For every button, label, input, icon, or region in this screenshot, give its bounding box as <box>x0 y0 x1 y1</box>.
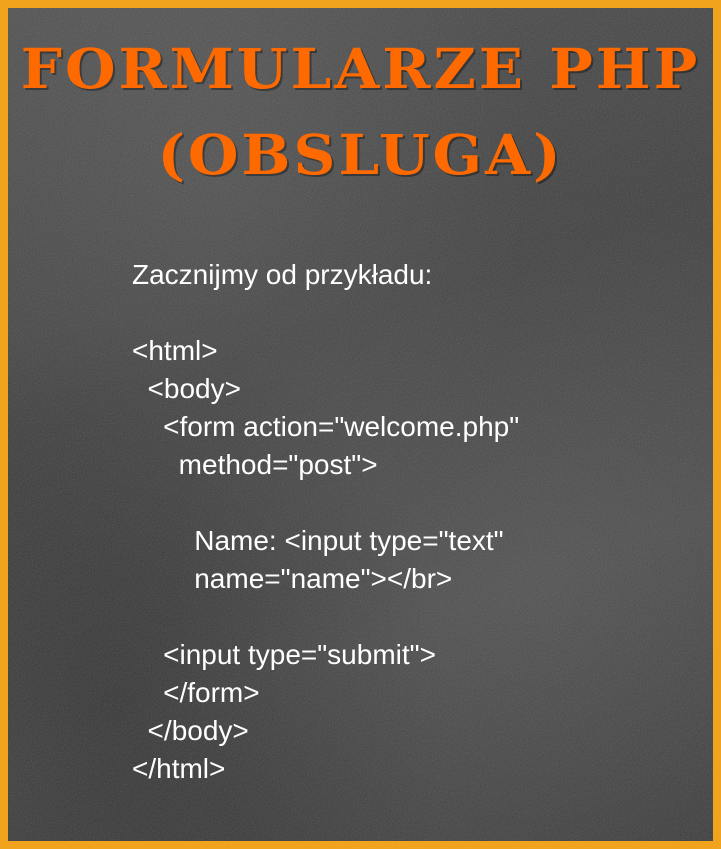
code-line: <html> <box>132 335 218 366</box>
code-line: </body> <box>132 715 249 746</box>
code-line: <input type="submit"> <box>132 639 436 670</box>
code-line: Name: <input type="text" <box>132 525 504 556</box>
code-line: method="post"> <box>132 449 378 480</box>
slide-title-line1: FORMULARZE PHP <box>20 36 701 102</box>
slide-content: Zacznijmy od przykładu: <html> <body> <f… <box>132 256 692 788</box>
code-line: <form action="welcome.php" <box>132 411 520 442</box>
code-line: name="name"></br> <box>132 563 453 594</box>
code-line: </form> <box>132 677 260 708</box>
slide-title-line2: (OBSLUGA) <box>157 122 564 188</box>
intro-text: Zacznijmy od przykładu: <box>132 259 433 290</box>
code-line: <body> <box>132 373 241 404</box>
chalkboard-slide: FORMULARZE PHP (OBSLUGA) Zacznijmy od pr… <box>8 8 713 841</box>
code-line: </html> <box>132 753 226 784</box>
